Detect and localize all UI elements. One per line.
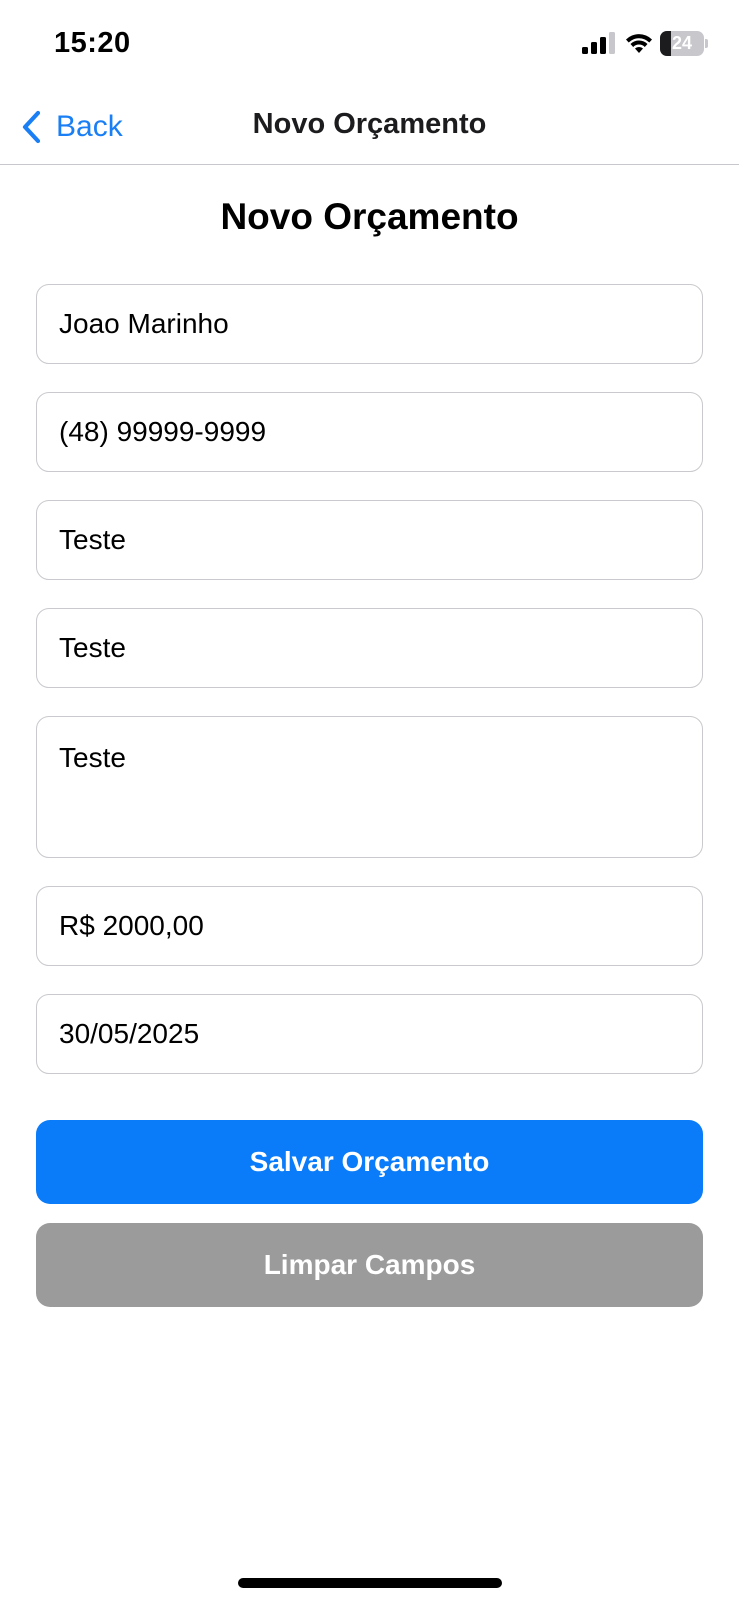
clear-fields-button[interactable]: Limpar Campos <box>36 1223 703 1307</box>
page-title: Novo Orçamento <box>220 196 519 237</box>
battery-icon: 24 <box>660 31 708 56</box>
description-textarea[interactable]: Teste <box>36 716 703 858</box>
client-name-input[interactable] <box>36 284 703 364</box>
value-input[interactable] <box>36 886 703 966</box>
home-indicator <box>238 1578 502 1588</box>
back-label: Back <box>56 110 123 143</box>
date-input[interactable] <box>36 994 703 1074</box>
cellular-signal-icon <box>582 32 615 54</box>
back-button[interactable]: Back <box>20 104 123 150</box>
app-screen: 15:20 24 Novo Orçamento Back Novo Orçame… <box>0 0 739 1600</box>
field-3-input[interactable] <box>36 500 703 580</box>
phone-input[interactable] <box>36 392 703 472</box>
navigation-bar: Novo Orçamento Back <box>0 90 739 165</box>
field-4-input[interactable] <box>36 608 703 688</box>
wifi-icon <box>626 34 652 53</box>
status-bar: 15:20 24 <box>0 0 739 90</box>
status-time: 15:20 <box>54 27 131 59</box>
battery-level: 24 <box>671 33 693 53</box>
chevron-left-icon <box>22 110 41 144</box>
save-budget-button[interactable]: Salvar Orçamento <box>36 1120 703 1204</box>
